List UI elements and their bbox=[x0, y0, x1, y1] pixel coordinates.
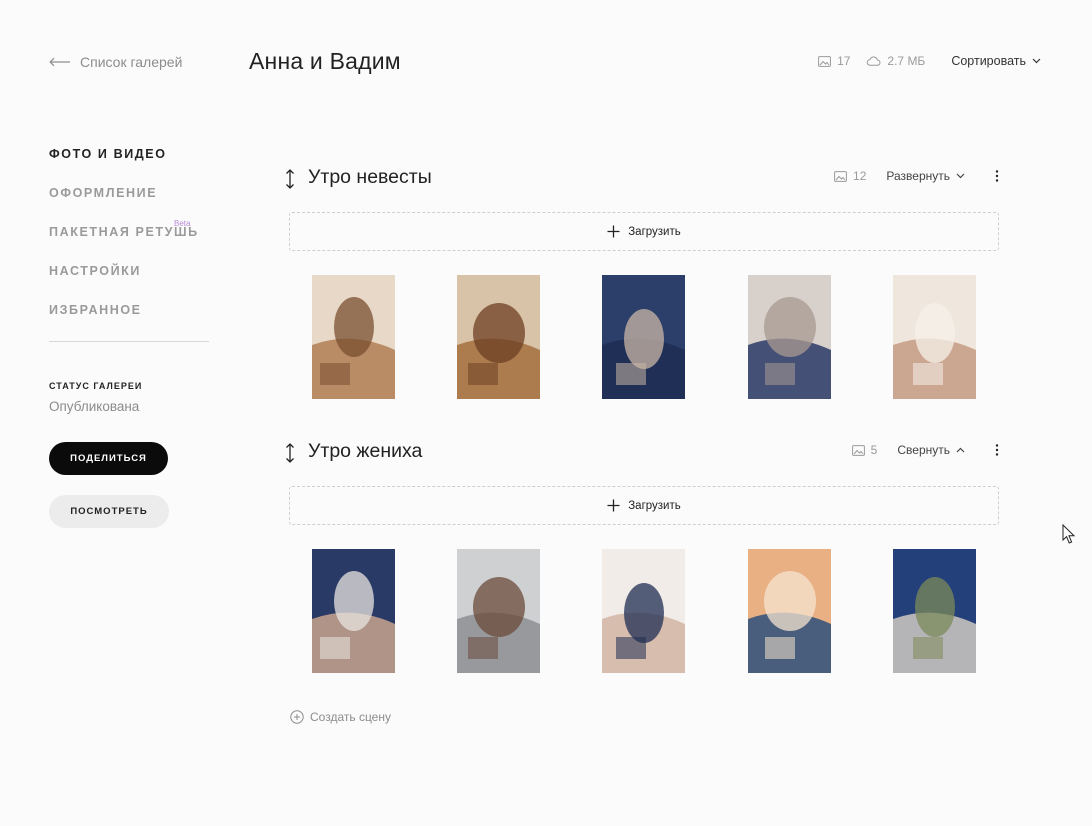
back-to-galleries-link[interactable]: Список галерей bbox=[49, 54, 182, 70]
sidebar-divider bbox=[49, 341, 209, 342]
back-link-label: Список галерей bbox=[80, 54, 183, 70]
scene-title: Утро жениха bbox=[308, 440, 423, 462]
toggle-label: Свернуть bbox=[897, 443, 950, 457]
photo-grid bbox=[289, 275, 999, 399]
photo-thumbnail-mirror-and-heels[interactable] bbox=[457, 275, 540, 399]
drag-handle-icon[interactable] bbox=[285, 165, 295, 193]
plus-circle-icon bbox=[290, 710, 304, 724]
image-icon bbox=[818, 55, 831, 67]
photo-count-stat: 17 bbox=[818, 54, 850, 68]
sort-dropdown[interactable]: Сортировать bbox=[951, 54, 1041, 68]
mouse-cursor-icon bbox=[1062, 524, 1076, 544]
beta-badge: Beta bbox=[174, 219, 191, 228]
sidebar-item-settings[interactable]: НАСТРОЙКИ bbox=[49, 262, 209, 301]
plus-icon bbox=[607, 499, 620, 512]
chevron-down-icon bbox=[1032, 58, 1041, 64]
gallery-status-value: Опубликована bbox=[49, 399, 140, 414]
upload-dropzone[interactable]: Загрузить bbox=[289, 212, 999, 251]
scene-count-value: 12 bbox=[853, 169, 867, 183]
cloud-icon bbox=[867, 56, 881, 66]
photo-thumbnail-groom-suit-cufflinks[interactable] bbox=[602, 275, 685, 399]
expand-scene-button[interactable]: Развернуть bbox=[886, 169, 965, 183]
image-icon bbox=[851, 444, 865, 456]
scene-more-button[interactable] bbox=[995, 444, 999, 456]
photo-thumbnail-hands-cufflinks[interactable] bbox=[602, 549, 685, 673]
sidebar-item-batch-retouch[interactable]: ПАКЕТНАЯ РЕТУШЬ Beta bbox=[49, 219, 209, 262]
photo-thumbnail-groom-boutonniere[interactable] bbox=[312, 549, 395, 673]
scene-photo-count: 12 bbox=[834, 169, 866, 183]
scene-meta: 12 Развернуть bbox=[834, 169, 999, 183]
image-icon bbox=[834, 170, 847, 182]
scene-photo-count: 5 bbox=[851, 443, 878, 457]
create-scene-button[interactable]: Создать сцену bbox=[290, 710, 391, 724]
scene-meta: 5 Свернуть bbox=[851, 443, 999, 457]
chevron-down-icon bbox=[956, 173, 965, 179]
scene: Утро жениха 5 Свернуть Загрузить bbox=[286, 439, 999, 673]
gallery-stats: 17 2.7 МБ Сортировать bbox=[818, 54, 1041, 68]
toggle-label: Развернуть bbox=[886, 169, 950, 183]
sidebar-item-favorites[interactable]: ИЗБРАННОЕ bbox=[49, 301, 209, 340]
arrow-left-icon bbox=[49, 57, 70, 67]
photo-thumbnail-groom-mirror-reflection[interactable] bbox=[748, 275, 831, 399]
chevron-up-icon bbox=[956, 447, 965, 453]
upload-label: Загрузить bbox=[628, 225, 681, 238]
photo-thumbnail-bride-dress-back[interactable] bbox=[893, 275, 976, 399]
upload-dropzone[interactable]: Загрузить bbox=[289, 486, 999, 525]
scene-header: Утро жениха 5 Свернуть bbox=[286, 439, 999, 469]
photo-grid bbox=[289, 549, 999, 673]
storage-stat: 2.7 МБ bbox=[866, 54, 925, 68]
share-button[interactable]: ПОДЕЛИТЬСЯ bbox=[49, 442, 168, 475]
scene-more-button[interactable] bbox=[995, 170, 999, 182]
photo-thumbnail-chair-and-shoes[interactable] bbox=[312, 275, 395, 399]
gallery-status-label: СТАТУС ГАЛЕРЕИ bbox=[49, 381, 143, 391]
photo-thumbnail-groom-vest[interactable] bbox=[457, 549, 540, 673]
more-vertical-icon bbox=[995, 444, 999, 456]
more-vertical-icon bbox=[995, 170, 999, 182]
scene-header: Утро невесты 12 Развернуть bbox=[286, 165, 999, 195]
sidebar-item-photos-videos[interactable]: ФОТО И ВИДЕО bbox=[49, 145, 209, 184]
storage-size: 2.7 МБ bbox=[887, 54, 926, 68]
create-scene-label: Создать сцену bbox=[310, 710, 391, 724]
gallery-title: Анна и Вадим bbox=[249, 48, 401, 74]
scene-count-value: 5 bbox=[870, 443, 878, 457]
upload-label: Загрузить bbox=[628, 499, 681, 512]
photo-count: 17 bbox=[837, 54, 851, 68]
scene: Утро невесты 12 Развернуть Загрузить bbox=[286, 165, 999, 399]
photo-thumbnail-room-suit-on-bed[interactable] bbox=[748, 549, 831, 673]
view-button[interactable]: ПОСМОТРЕТЬ bbox=[49, 495, 169, 528]
sidebar: ФОТО И ВИДЕО ОФОРМЛЕНИЕ ПАКЕТНАЯ РЕТУШЬ … bbox=[49, 145, 209, 528]
scene-title: Утро невесты bbox=[308, 166, 432, 188]
collapse-scene-button[interactable]: Свернуть bbox=[897, 443, 965, 457]
photo-thumbnail-groom-tie-closeup[interactable] bbox=[893, 549, 976, 673]
drag-handle-icon[interactable] bbox=[285, 439, 295, 467]
sort-label: Сортировать bbox=[951, 54, 1026, 68]
plus-icon bbox=[607, 225, 620, 238]
gallery-editor: Список галерей Анна и Вадим 17 2.7 МБ Со… bbox=[0, 0, 1092, 826]
